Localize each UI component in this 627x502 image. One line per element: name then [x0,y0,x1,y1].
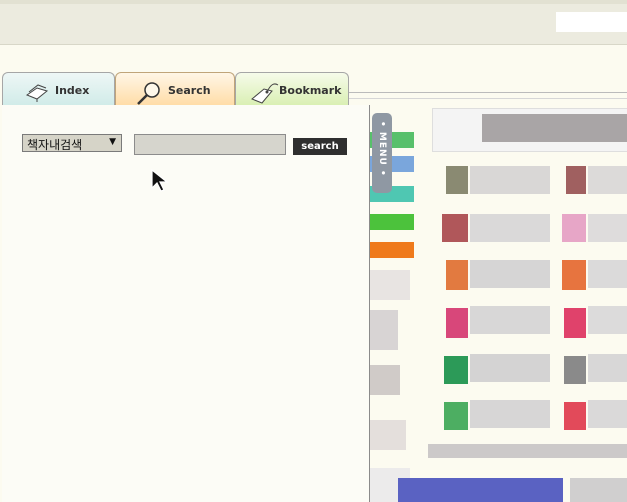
tab-index[interactable]: Index [2,72,115,106]
search-scope-value: 책자내검색 [27,138,83,152]
top-bar-strip [0,0,627,4]
chevron-down-icon: ▼ [109,137,116,147]
menu-handle[interactable]: • MENU • [372,113,392,193]
top-bar [0,0,627,45]
search-input[interactable] [134,134,286,155]
tab-bookmark-label: Bookmark [279,84,342,97]
search-scope-select[interactable]: 책자내검색 ▼ [22,134,122,152]
frame-line [346,92,627,93]
tab-search[interactable]: Search [115,72,235,106]
tab-search-label: Search [168,84,211,97]
frame-line [346,98,627,99]
tab-index-label: Index [55,84,90,97]
mouse-cursor-icon [150,168,174,198]
menu-handle-label: • MENU • [377,121,387,177]
search-panel [2,105,370,502]
search-button[interactable]: search [293,138,347,155]
tab-bookmark[interactable]: Bookmark [235,72,349,106]
tag-icon [246,79,280,108]
book-icon [25,79,51,106]
top-bar-field [556,12,627,32]
